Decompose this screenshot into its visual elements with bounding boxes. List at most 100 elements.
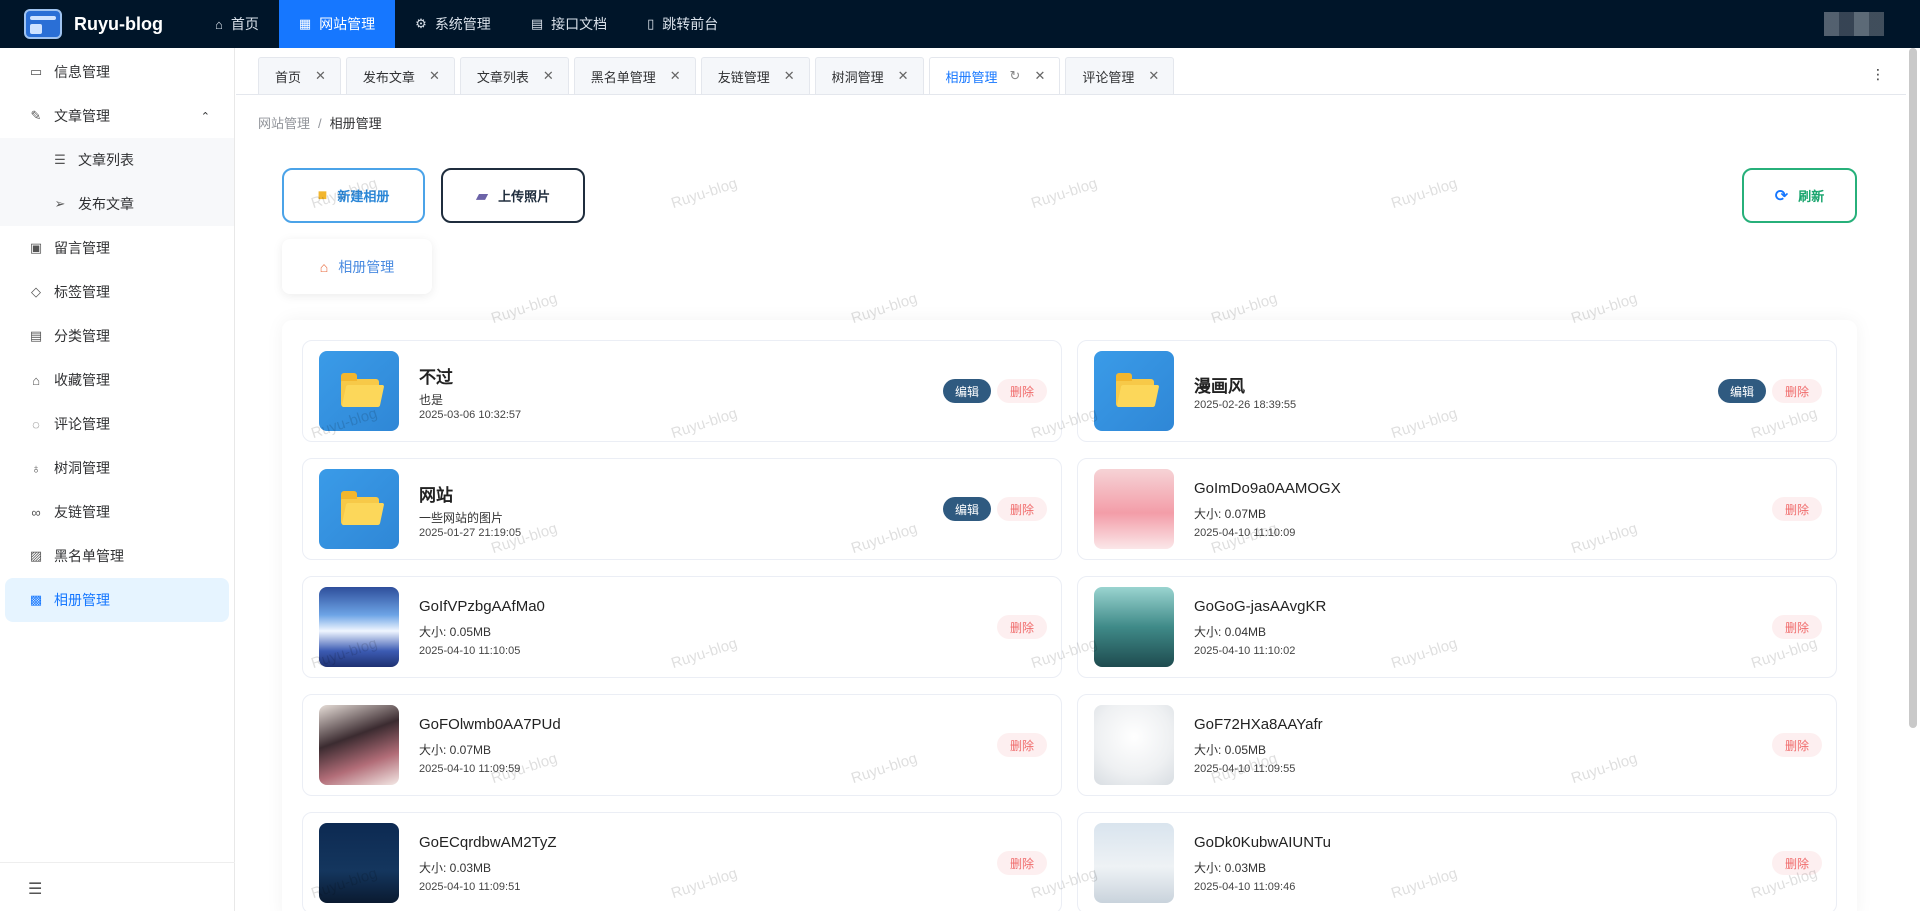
scrollbar[interactable] <box>1909 48 1917 728</box>
album-name: 网站 <box>419 486 453 505</box>
edit-button[interactable]: 编辑 <box>943 497 991 521</box>
tab-article-list[interactable]: 文章列表 ✕ <box>459 57 569 94</box>
album-management-button[interactable]: ⌂ 相册管理 <box>282 239 432 294</box>
delete-button[interactable]: 删除 <box>1772 615 1822 639</box>
photo-thumbnail[interactable] <box>319 823 399 903</box>
edit-button[interactable]: 编辑 <box>1718 379 1766 403</box>
delete-button[interactable]: 删除 <box>1772 851 1822 875</box>
sidebar-item-label: 黑名单管理 <box>54 548 124 564</box>
sidebar-item-messages[interactable]: ▣ 留言管理 <box>0 226 234 270</box>
photo-card[interactable]: GoIfVPzbgAAfMa0 大小: 0.05MB 2025-04-10 11… <box>302 576 1062 678</box>
topnav-item-system[interactable]: ⚙ 系统管理 <box>395 0 511 48</box>
delete-button[interactable]: 删除 <box>1772 733 1822 757</box>
top-nav-menu: ⌂ 首页 ▦ 网站管理 ⚙ 系统管理 ▤ 接口文档 ▯ 跳转前台 <box>195 0 738 48</box>
photo-time: 2025-04-10 11:10:09 <box>1194 527 1296 539</box>
delete-button[interactable]: 删除 <box>997 497 1047 521</box>
watermark: Ruyu-blog <box>1389 174 1460 213</box>
album-card[interactable]: 漫画风 2025-02-26 18:39:55 编辑 删除 <box>1077 340 1837 442</box>
close-icon[interactable]: ✕ <box>1034 68 1045 84</box>
camera-icon: ▰ <box>475 187 489 205</box>
tab-comments[interactable]: 评论管理 ✕ <box>1065 57 1175 94</box>
album-card[interactable]: 网站 一些网站的图片 2025-01-27 21:19:05 编辑 删除 <box>302 458 1062 560</box>
new-album-button[interactable]: ■ 新建相册 <box>282 168 425 223</box>
photo-size: 大小: 0.03MB <box>419 861 492 875</box>
tab-home[interactable]: 首页 ✕ <box>258 57 341 94</box>
photo-thumbnail[interactable] <box>1094 823 1174 903</box>
delete-button[interactable]: 删除 <box>1772 497 1822 521</box>
sidebar-item-links[interactable]: ∞ 友链管理 <box>0 490 234 534</box>
tab-treehole[interactable]: 树洞管理 ✕ <box>814 57 924 94</box>
photo-card[interactable]: GoFOlwmb0AA7PUd 大小: 0.07MB 2025-04-10 11… <box>302 694 1062 796</box>
photo-card[interactable]: GoGoG-jasAAvgKR 大小: 0.04MB 2025-04-10 11… <box>1077 576 1837 678</box>
tab-links[interactable]: 友链管理 ✕ <box>700 57 810 94</box>
sidebar-item-article-list[interactable]: ☰ 文章列表 <box>0 138 234 182</box>
edit-button[interactable]: 编辑 <box>943 379 991 403</box>
photo-thumbnail[interactable] <box>319 587 399 667</box>
sidebar-item-info[interactable]: ▭ 信息管理 <box>0 50 234 94</box>
photo-name: GoFOlwmb0AA7PUd <box>419 716 561 733</box>
gear-icon: ⚙ <box>415 16 427 31</box>
photo-thumbnail[interactable] <box>1094 705 1174 785</box>
photo-card[interactable]: GoF72HXa8AAYafr 大小: 0.05MB 2025-04-10 11… <box>1077 694 1837 796</box>
photo-card[interactable]: GoDk0KubwAIUNTu 大小: 0.03MB 2025-04-10 11… <box>1077 812 1837 911</box>
photo-thumbnail[interactable] <box>319 705 399 785</box>
sidebar-submenu: ☰ 文章列表 ➢ 发布文章 <box>0 138 234 226</box>
close-icon[interactable]: ✕ <box>1148 68 1159 84</box>
close-icon[interactable]: ✕ <box>315 68 326 84</box>
top-navbar: Ruyu-blog ⌂ 首页 ▦ 网站管理 ⚙ 系统管理 ▤ 接口文档 ▯ 跳转前台 <box>0 0 1920 48</box>
delete-button[interactable]: 删除 <box>997 379 1047 403</box>
sidebar-item-publish[interactable]: ➢ 发布文章 <box>0 182 234 226</box>
photo-thumbnail[interactable] <box>1094 469 1174 549</box>
sidebar-item-treehole[interactable]: ♁ 树洞管理 <box>0 446 234 490</box>
sidebar-item-albums[interactable]: ▩ 相册管理 <box>5 578 229 622</box>
album-time: 2025-02-26 18:39:55 <box>1194 399 1297 411</box>
tag-icon: ◇ <box>31 284 41 299</box>
menu-collapse-icon[interactable]: ☰ <box>28 879 42 899</box>
topnav-item-home[interactable]: ⌂ 首页 <box>195 0 279 48</box>
breadcrumb-parent[interactable]: 网站管理 <box>258 116 310 131</box>
close-icon[interactable]: ✕ <box>670 68 681 84</box>
delete-button[interactable]: 删除 <box>997 615 1047 639</box>
divider <box>236 94 1906 95</box>
refresh-icon[interactable]: ↻ <box>1010 68 1021 84</box>
topnav-item-frontend[interactable]: ▯ 跳转前台 <box>627 0 738 48</box>
delete-button[interactable]: 删除 <box>1772 379 1822 403</box>
avatar[interactable] <box>1824 12 1884 36</box>
photo-card[interactable]: GoImDo9a0AAMOGX 大小: 0.07MB 2025-04-10 11… <box>1077 458 1837 560</box>
breadcrumb-current: 相册管理 <box>329 116 382 131</box>
photo-time: 2025-04-10 11:09:51 <box>419 881 521 893</box>
album-time: 2025-03-06 10:32:57 <box>419 409 522 421</box>
sidebar-item-categories[interactable]: ▤ 分类管理 <box>0 314 234 358</box>
sidebar-item-favorites[interactable]: ⌂ 收藏管理 <box>0 358 234 402</box>
photo-time: 2025-04-10 11:10:05 <box>419 645 521 657</box>
delete-button[interactable]: 删除 <box>997 733 1047 757</box>
album-card[interactable]: 不过 也是 2025-03-06 10:32:57 编辑 删除 <box>302 340 1062 442</box>
photo-card[interactable]: GoECqrdbwAM2TyZ 大小: 0.03MB 2025-04-10 11… <box>302 812 1062 911</box>
refresh-button[interactable]: ⟳ 刷新 <box>1742 168 1857 223</box>
sidebar-item-articles[interactable]: ✎ 文章管理 ⌃ <box>0 94 234 138</box>
tab-albums[interactable]: 相册管理 ↻ ✕ <box>928 57 1061 94</box>
close-icon[interactable]: ✕ <box>543 68 554 84</box>
tab-label: 黑名单管理 <box>590 69 656 85</box>
edit-icon: ✎ <box>30 108 42 123</box>
topnav-item-api-docs[interactable]: ▤ 接口文档 <box>511 0 627 48</box>
photo-size: 大小: 0.05MB <box>419 625 492 639</box>
upload-photo-button[interactable]: ▰ 上传照片 <box>441 168 585 223</box>
close-icon[interactable]: ✕ <box>429 68 440 84</box>
sidebar-item-blacklist[interactable]: ▨ 黑名单管理 <box>0 534 234 578</box>
photo-thumbnail[interactable] <box>1094 587 1174 667</box>
tab-publish[interactable]: 发布文章 ✕ <box>345 57 455 94</box>
tab-blacklist[interactable]: 黑名单管理 ✕ <box>573 57 696 94</box>
button-label: 相册管理 <box>338 258 395 275</box>
link-icon: ∞ <box>31 504 41 520</box>
delete-button[interactable]: 删除 <box>997 851 1047 875</box>
sidebar-item-label: 相册管理 <box>54 592 110 608</box>
watermark: Ruyu-blog <box>1029 174 1100 213</box>
topnav-item-site-management[interactable]: ▦ 网站管理 <box>278 0 396 48</box>
close-icon[interactable]: ✕ <box>898 68 909 84</box>
photo-time: 2025-04-10 11:09:55 <box>1194 763 1296 775</box>
more-icon[interactable]: ⋮ <box>1871 66 1885 83</box>
sidebar-item-tags[interactable]: ◇ 标签管理 <box>0 270 234 314</box>
close-icon[interactable]: ✕ <box>784 68 795 84</box>
sidebar-item-comments[interactable]: ◌ 评论管理 <box>0 402 234 446</box>
